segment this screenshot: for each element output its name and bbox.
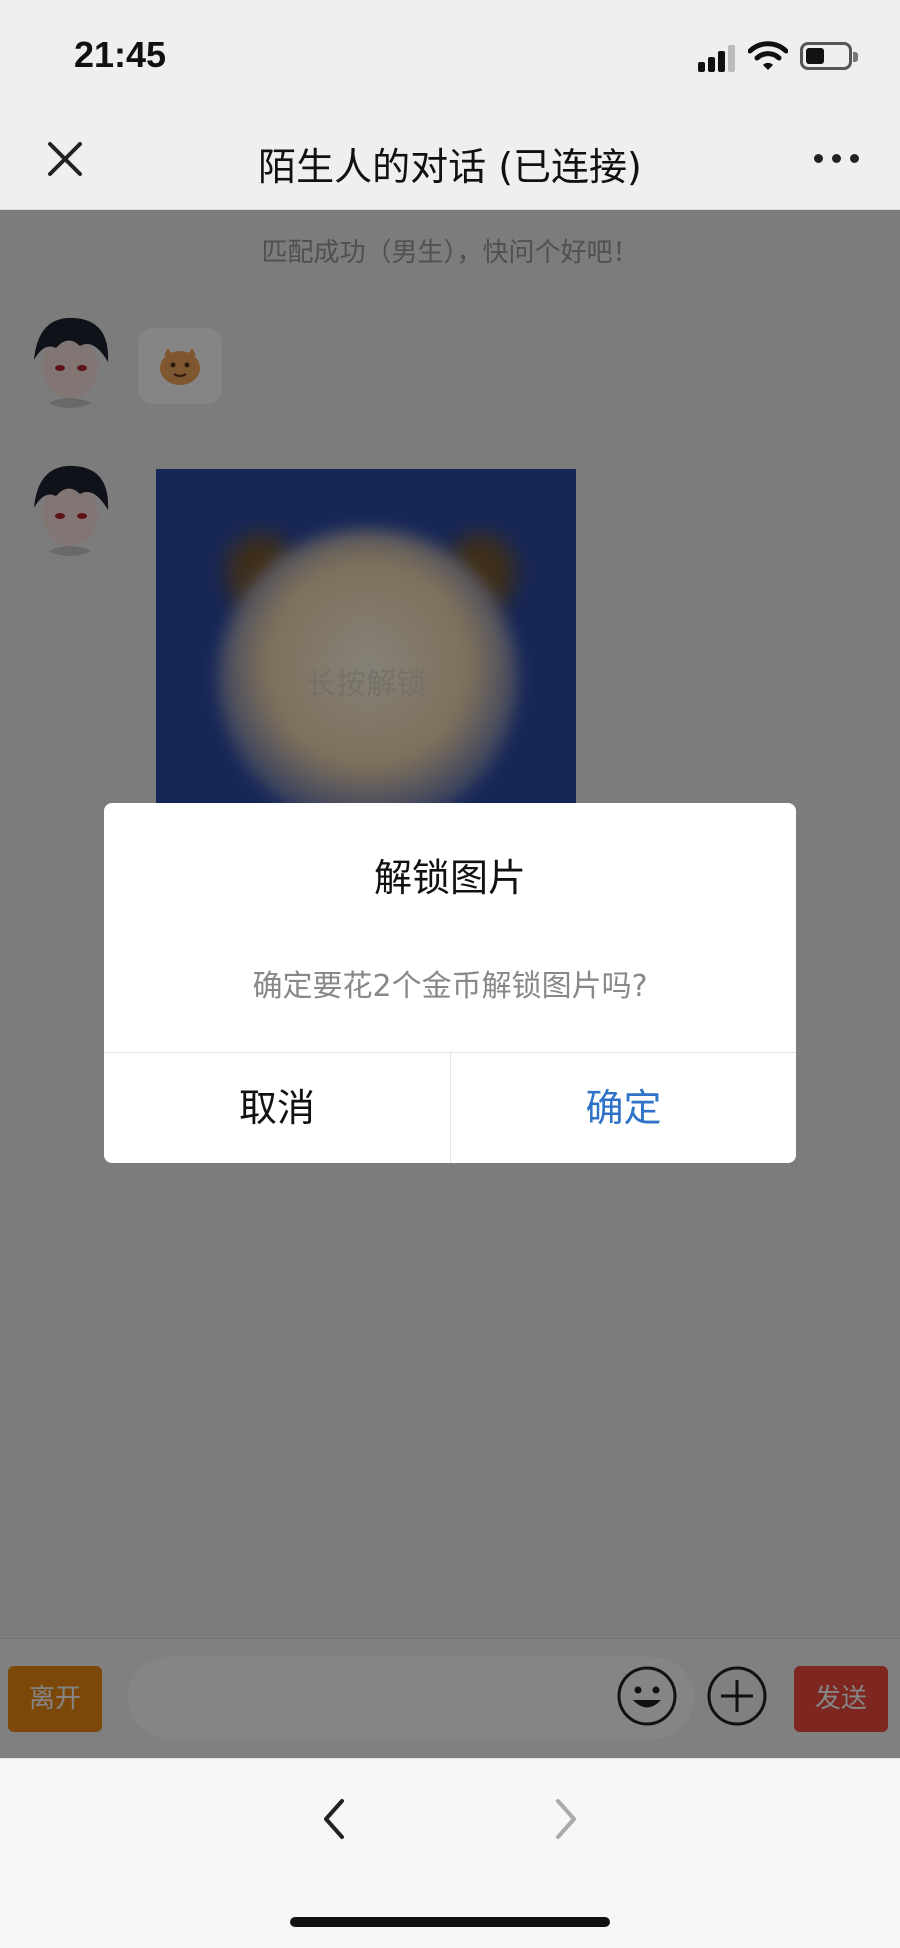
page-title: 陌生人的对话 (已连接) bbox=[258, 145, 642, 189]
wifi-icon bbox=[748, 41, 788, 70]
unlock-dialog: 解锁图片 确定要花2个金币解锁图片吗? 取消 确定 bbox=[104, 803, 796, 1163]
forward-icon[interactable] bbox=[546, 1789, 586, 1849]
close-icon[interactable] bbox=[40, 134, 90, 184]
signal-icon bbox=[698, 44, 736, 72]
nav-bar: 陌生人的对话 (已连接) bbox=[0, 112, 900, 210]
confirm-button[interactable]: 确定 bbox=[451, 1053, 796, 1163]
battery-icon bbox=[800, 42, 858, 70]
status-time: 21:45 bbox=[74, 34, 167, 75]
dialog-message: 确定要花2个金币解锁图片吗? bbox=[252, 969, 648, 1004]
browser-toolbar bbox=[0, 1758, 900, 1948]
cancel-button[interactable]: 取消 bbox=[104, 1053, 450, 1163]
back-icon[interactable] bbox=[314, 1789, 354, 1849]
more-icon[interactable] bbox=[810, 144, 862, 174]
dialog-title: 解锁图片 bbox=[373, 856, 526, 900]
status-bar: 21:45 bbox=[0, 0, 900, 112]
home-indicator bbox=[290, 1917, 610, 1927]
